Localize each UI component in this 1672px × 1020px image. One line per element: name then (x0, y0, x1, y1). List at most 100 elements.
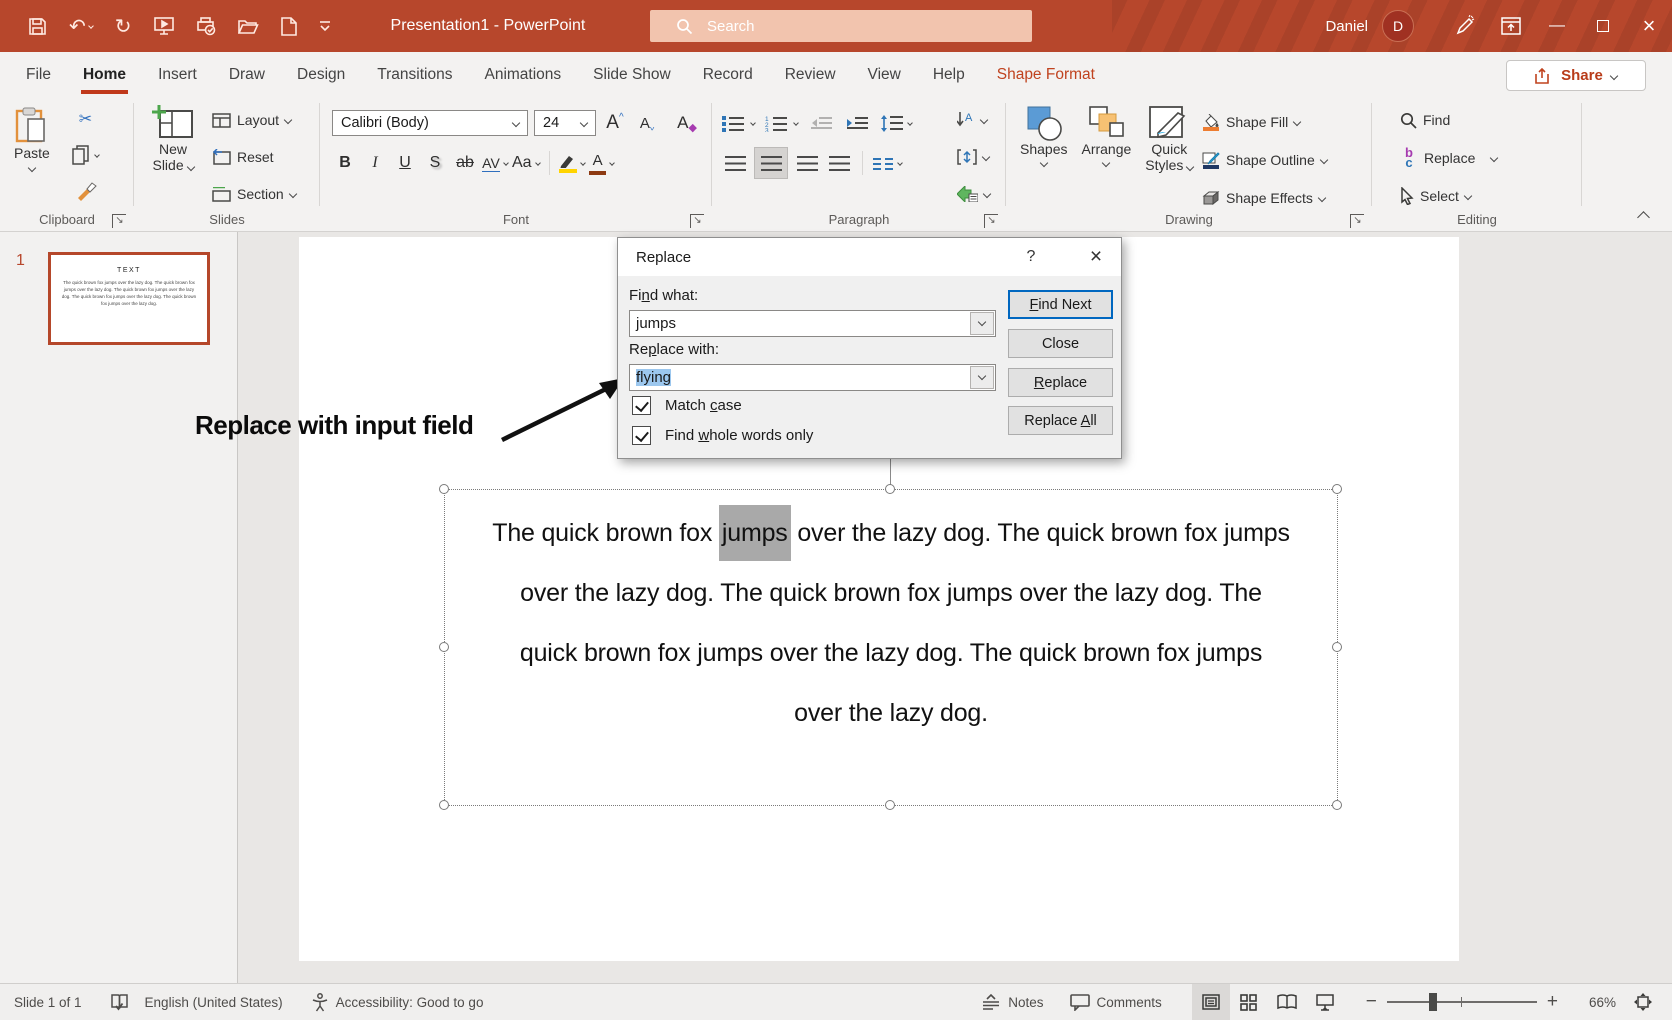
replace-one-button[interactable]: Replace (1008, 368, 1113, 397)
text-direction-button[interactable]: A (957, 105, 987, 135)
avatar[interactable]: D (1382, 10, 1414, 42)
convert-smartart-button[interactable] (957, 179, 990, 209)
tab-review[interactable]: Review (775, 52, 846, 97)
find-what-input[interactable]: jumps (629, 310, 996, 337)
find-what-dropdown-button[interactable] (970, 312, 994, 335)
numbering-button[interactable]: 123 (765, 109, 798, 137)
zoom-out-button[interactable]: − (1366, 991, 1377, 1013)
shape-fill-button[interactable]: Shape Fill (1202, 107, 1327, 137)
paste-button[interactable]: Paste (14, 107, 50, 171)
find-next-button[interactable]: Find Next (1008, 290, 1113, 319)
inking-pen-icon[interactable] (1442, 0, 1488, 52)
dialog-close-button[interactable]: × (1071, 238, 1121, 276)
share-button[interactable]: Share (1506, 60, 1646, 91)
drawing-dialog-launcher-icon[interactable]: ↘ (1350, 214, 1364, 228)
fit-to-window-button[interactable] (1624, 984, 1662, 1020)
strikethrough-button[interactable]: ab (452, 149, 478, 177)
slide-info[interactable]: Slide 1 of 1 (14, 995, 82, 1010)
new-slide-button[interactable]: New Slide (142, 105, 204, 173)
ribbon-display-options-icon[interactable] (1488, 0, 1534, 52)
replace-all-button[interactable]: Replace All (1008, 406, 1113, 435)
resize-handle-bottom-right[interactable] (1332, 800, 1342, 810)
increase-indent-button[interactable] (844, 109, 870, 137)
tab-draw[interactable]: Draw (219, 52, 275, 97)
tab-home[interactable]: Home (73, 52, 136, 97)
grow-font-button[interactable]: A^ (602, 109, 628, 137)
replace-button[interactable]: bc Replace (1400, 143, 1497, 173)
tab-record[interactable]: Record (693, 52, 763, 97)
language-status[interactable]: English (United States) (145, 995, 283, 1010)
paragraph-dialog-launcher-icon[interactable]: ↘ (984, 214, 998, 228)
resize-handle-bottom-left[interactable] (439, 800, 449, 810)
layout-button[interactable]: Layout (212, 105, 296, 135)
align-right-button[interactable] (794, 149, 820, 177)
format-painter-icon[interactable] (72, 177, 99, 205)
user-name[interactable]: Daniel (1325, 18, 1368, 35)
tab-shape-format[interactable]: Shape Format (987, 52, 1105, 97)
tab-transitions[interactable]: Transitions (367, 52, 462, 97)
save-icon[interactable] (28, 17, 47, 36)
align-left-button[interactable] (722, 149, 748, 177)
reset-button[interactable]: Reset (212, 142, 296, 172)
shape-effects-button[interactable]: Shape Effects (1202, 183, 1327, 213)
cut-icon[interactable]: ✂ (72, 105, 99, 133)
tab-help[interactable]: Help (923, 52, 975, 97)
resize-handle-top-left[interactable] (439, 484, 449, 494)
maximize-button[interactable] (1580, 0, 1626, 52)
resize-handle-top-center[interactable] (885, 484, 895, 494)
bold-button[interactable]: B (332, 149, 358, 177)
whole-words-checkbox[interactable] (632, 426, 651, 445)
reading-view-button[interactable] (1268, 984, 1306, 1020)
zoom-slider[interactable] (1387, 1001, 1537, 1003)
columns-button[interactable] (873, 149, 902, 177)
tab-slide-show[interactable]: Slide Show (583, 52, 681, 97)
redo-icon[interactable]: ↻ (115, 14, 132, 39)
accessibility-status[interactable]: Accessibility: Good to go (311, 993, 484, 1012)
zoom-level[interactable]: 66% (1574, 995, 1616, 1010)
close-dialog-button[interactable]: Close (1008, 329, 1113, 358)
search-input[interactable]: Search (650, 10, 1032, 42)
bullets-button[interactable] (722, 109, 755, 137)
font-dialog-launcher-icon[interactable]: ↘ (690, 214, 704, 228)
justify-button[interactable] (826, 149, 852, 177)
resize-handle-mid-right[interactable] (1332, 642, 1342, 652)
font-color-button[interactable]: A (589, 149, 615, 177)
shapes-button[interactable]: Shapes (1020, 105, 1067, 173)
slide-body-text[interactable]: The quick brown fox jumps over the lazy … (444, 503, 1338, 743)
shape-outline-button[interactable]: Shape Outline (1202, 145, 1327, 175)
open-icon[interactable] (238, 18, 259, 35)
zoom-in-button[interactable]: + (1547, 991, 1558, 1013)
collapse-ribbon-icon[interactable] (1637, 211, 1650, 224)
start-slideshow-icon[interactable] (154, 17, 174, 35)
resize-handle-bottom-center[interactable] (885, 800, 895, 810)
find-button[interactable]: Find (1400, 105, 1497, 135)
dialog-help-button[interactable]: ? (1011, 238, 1051, 276)
align-center-button[interactable] (754, 147, 788, 179)
resize-handle-top-right[interactable] (1332, 484, 1342, 494)
replace-with-input[interactable]: flying (629, 364, 996, 391)
new-file-icon[interactable] (281, 17, 297, 36)
tab-file[interactable]: File (16, 52, 61, 97)
decrease-indent-button[interactable] (808, 109, 834, 137)
align-text-button[interactable] (957, 142, 989, 172)
undo-icon[interactable]: ↶ (69, 14, 93, 39)
section-button[interactable]: Section (212, 179, 296, 209)
slideshow-view-button[interactable] (1306, 984, 1344, 1020)
copy-icon[interactable] (72, 141, 99, 169)
replace-with-dropdown-button[interactable] (970, 366, 994, 389)
select-button[interactable]: Select (1400, 181, 1497, 211)
font-name-combo[interactable]: Calibri (Body) (332, 110, 528, 136)
shrink-font-button[interactable]: A^ (634, 109, 660, 137)
tab-design[interactable]: Design (287, 52, 355, 97)
change-case-button[interactable]: Aa (512, 149, 540, 177)
print-preview-icon[interactable] (196, 17, 216, 36)
clipboard-dialog-launcher-icon[interactable]: ↘ (112, 214, 126, 228)
line-spacing-button[interactable] (880, 109, 912, 137)
slide-sorter-view-button[interactable] (1230, 984, 1268, 1020)
quick-styles-button[interactable]: Quick Styles (1145, 105, 1193, 173)
clear-formatting-button[interactable]: A◆ (674, 109, 700, 137)
italic-button[interactable]: I (362, 149, 388, 177)
comments-button[interactable]: Comments (1070, 994, 1162, 1011)
text-shadow-button[interactable]: S (422, 149, 448, 177)
notes-button[interactable]: Notes (981, 994, 1043, 1010)
